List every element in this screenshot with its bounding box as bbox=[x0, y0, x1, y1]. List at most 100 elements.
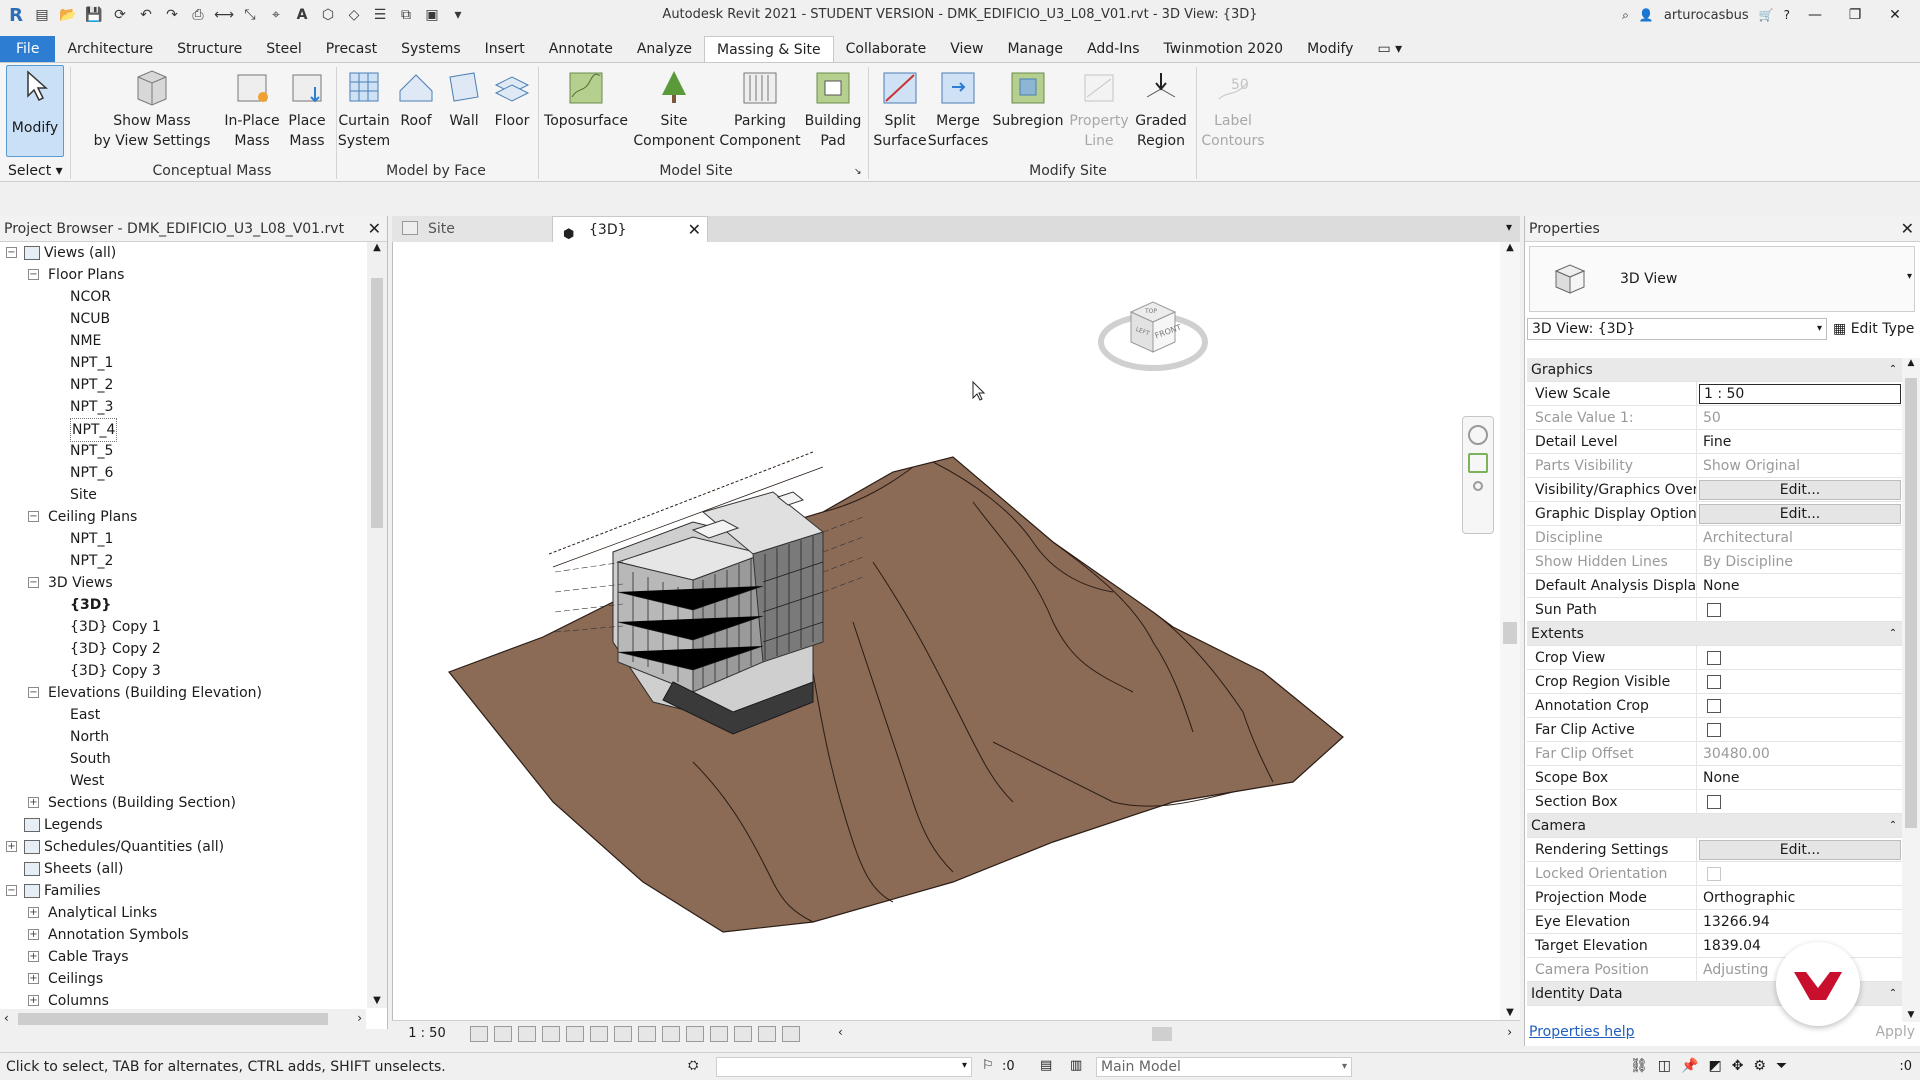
property-checkbox[interactable] bbox=[1707, 699, 1721, 713]
property-value[interactable]: Edit... bbox=[1697, 838, 1903, 861]
select-by-face-icon[interactable]: ◩ bbox=[1708, 1058, 1721, 1074]
edit-button[interactable]: Edit... bbox=[1699, 840, 1901, 860]
subregion-button[interactable]: Subregion bbox=[990, 67, 1066, 131]
tree-item[interactable]: + Sections (Building Section) bbox=[0, 792, 366, 814]
zoom-icon[interactable] bbox=[1468, 453, 1488, 473]
floor-button[interactable]: Floor bbox=[490, 67, 534, 131]
view-scroll-right-icon[interactable]: › bbox=[1507, 1025, 1512, 1039]
property-value[interactable]: 13266.94 bbox=[1697, 910, 1903, 933]
tree-item[interactable]: NPT_6 bbox=[0, 462, 366, 484]
render-icon[interactable] bbox=[566, 1025, 584, 1042]
graded-region-button[interactable]: Graded Region bbox=[1132, 67, 1190, 151]
open-icon[interactable]: 📂 bbox=[58, 5, 78, 25]
properties-help-link[interactable]: Properties help bbox=[1529, 1024, 1634, 1040]
property-value[interactable]: None bbox=[1697, 766, 1903, 789]
view-scroll-up-icon[interactable]: ▲ bbox=[1500, 242, 1520, 253]
tree-item[interactable]: −3D Views bbox=[0, 572, 366, 594]
tree-item[interactable]: North bbox=[0, 726, 366, 748]
binoculars-icon[interactable]: ⌕ bbox=[1622, 8, 1629, 23]
property-value[interactable]: Orthographic bbox=[1697, 886, 1903, 909]
help-icon[interactable]: ? bbox=[1784, 8, 1790, 22]
ribbon-tab-manage[interactable]: Manage bbox=[995, 36, 1075, 62]
expand-icon[interactable]: + bbox=[28, 929, 39, 940]
customize-qat-icon[interactable]: ▾ bbox=[448, 5, 468, 25]
tree-item[interactable]: NPT_2 bbox=[0, 374, 366, 396]
type-selector[interactable]: 3D View ▾ bbox=[1529, 246, 1915, 312]
workset-selector[interactable]: ▾ bbox=[716, 1057, 972, 1077]
switch-windows-icon[interactable]: ▣ bbox=[422, 5, 442, 25]
save-icon[interactable]: 💾 bbox=[84, 5, 104, 25]
show-mass-button[interactable]: Show Mass by View Settings bbox=[92, 67, 212, 151]
property-value[interactable]: Fine bbox=[1697, 430, 1903, 453]
in-place-mass-button[interactable]: In-Place Mass bbox=[222, 67, 282, 151]
design-options-icon[interactable]: ▤ bbox=[1040, 1058, 1052, 1073]
view-cube-top-label[interactable]: TOP bbox=[1144, 308, 1157, 315]
main-model-selector[interactable]: Main Model ▾ bbox=[1096, 1057, 1352, 1077]
toposurface-button[interactable]: Toposurface bbox=[542, 67, 630, 131]
show-crop-icon[interactable] bbox=[614, 1025, 632, 1042]
ribbon-tab-massing-site[interactable]: Massing & Site bbox=[704, 36, 834, 62]
type-dropdown-icon[interactable]: ▾ bbox=[1907, 271, 1912, 282]
ribbon-tab-file[interactable]: File bbox=[0, 36, 56, 62]
edit-button[interactable]: Edit... bbox=[1699, 504, 1901, 524]
instance-dropdown-icon[interactable]: ▾ bbox=[1817, 319, 1822, 339]
property-group-camera[interactable]: Camera ⌃ bbox=[1527, 814, 1903, 838]
hscroll-thumb[interactable] bbox=[18, 1013, 328, 1025]
tree-item[interactable]: NPT_3 bbox=[0, 396, 366, 418]
tree-item[interactable]: − Views (all) bbox=[0, 242, 366, 264]
ribbon-tab-add-ins[interactable]: Add-Ins bbox=[1075, 36, 1151, 62]
highlight-displacement-icon[interactable] bbox=[758, 1025, 776, 1042]
tree-item[interactable]: Site bbox=[0, 484, 366, 506]
analytical-model-icon[interactable] bbox=[734, 1025, 752, 1042]
redo-icon[interactable]: ↷ bbox=[162, 5, 182, 25]
tab-site[interactable]: Site bbox=[392, 216, 552, 242]
constraints-icon[interactable] bbox=[782, 1025, 800, 1042]
minimize-button[interactable]: — bbox=[1800, 0, 1830, 30]
view-scroll-down-icon[interactable]: ▼ bbox=[1500, 1007, 1520, 1018]
apply-button[interactable]: Apply bbox=[1875, 1024, 1915, 1040]
tree-item[interactable]: − Elevations (Building Elevation) bbox=[0, 682, 366, 704]
scroll-thumb[interactable] bbox=[371, 278, 383, 528]
curtain-system-button[interactable]: Curtain System bbox=[336, 67, 392, 151]
tree-item[interactable]: − Floor Plans bbox=[0, 264, 366, 286]
measure-icon[interactable]: ⟷ bbox=[214, 5, 234, 25]
property-value[interactable] bbox=[1697, 694, 1903, 717]
collapse-icon[interactable]: − bbox=[28, 511, 39, 522]
user-name[interactable]: arturocasbus bbox=[1664, 8, 1749, 23]
drag-elements-icon[interactable]: ✥ bbox=[1732, 1058, 1744, 1074]
building-pad-button[interactable]: Building Pad bbox=[800, 67, 866, 151]
property-value[interactable]: Edit... bbox=[1697, 502, 1903, 525]
tree-item[interactable]: {3D} bbox=[0, 594, 366, 616]
detail-level-icon[interactable] bbox=[470, 1025, 488, 1042]
parking-component-button[interactable]: Parking Component bbox=[716, 67, 804, 151]
property-checkbox[interactable] bbox=[1707, 675, 1721, 689]
tree-item[interactable]: Legends bbox=[0, 814, 366, 836]
props-scroll-thumb[interactable] bbox=[1905, 378, 1917, 828]
sync-icon[interactable]: ⟳ bbox=[110, 5, 130, 25]
view-vertical-scrollbar[interactable]: ▲ ▼ bbox=[1500, 242, 1520, 1020]
tag-icon[interactable]: ⌖ bbox=[266, 5, 286, 25]
ribbon-tab-structure[interactable]: Structure bbox=[165, 36, 254, 62]
edit-button[interactable]: Edit... bbox=[1699, 480, 1901, 500]
collapse-group-icon[interactable]: ⌃ bbox=[1883, 814, 1903, 837]
collapse-group-icon[interactable]: ⌃ bbox=[1883, 358, 1903, 381]
temp-hide-icon[interactable] bbox=[662, 1025, 680, 1042]
expand-icon[interactable]: + bbox=[28, 973, 39, 984]
tree-item[interactable]: NCOR bbox=[0, 286, 366, 308]
tree-item[interactable]: NME bbox=[0, 330, 366, 352]
view-scale-control[interactable]: 1 : 50 bbox=[392, 1026, 462, 1041]
tree-item[interactable]: {3D} Copy 1 bbox=[0, 616, 366, 638]
3d-viewport[interactable]: TOP FRONT LEFT bbox=[392, 242, 1500, 1020]
scroll-left-icon[interactable]: ‹ bbox=[4, 1011, 9, 1025]
expand-icon[interactable]: + bbox=[28, 951, 39, 962]
tree-item[interactable]: {3D} Copy 2 bbox=[0, 638, 366, 660]
property-line-button[interactable]: Property Line bbox=[1066, 67, 1132, 151]
property-group-extents[interactable]: Extents ⌃ bbox=[1527, 622, 1903, 646]
property-checkbox[interactable] bbox=[1707, 795, 1721, 809]
property-checkbox[interactable] bbox=[1707, 603, 1721, 617]
tree-item[interactable]: West bbox=[0, 770, 366, 792]
close-properties-icon[interactable]: ✕ bbox=[1901, 216, 1914, 242]
scroll-right-icon[interactable]: › bbox=[357, 1011, 362, 1025]
section-icon[interactable]: ◇ bbox=[344, 5, 364, 25]
split-surface-button[interactable]: Split Surface bbox=[872, 67, 928, 151]
